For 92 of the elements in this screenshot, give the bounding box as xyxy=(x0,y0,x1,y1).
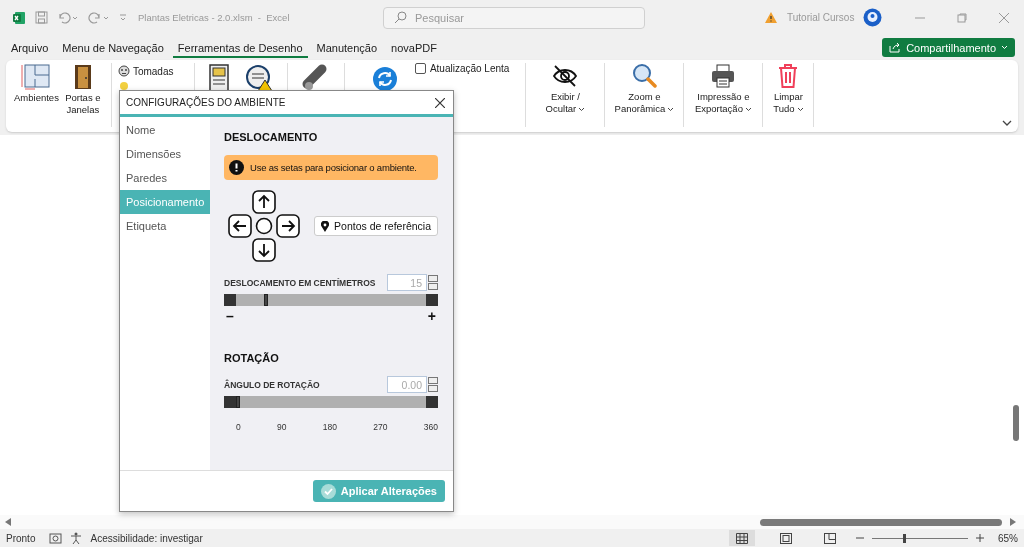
electrical-panel-icon[interactable] xyxy=(208,64,229,92)
field-label: ÂNGULO DE ROTAÇÃO xyxy=(224,379,321,390)
dialog-title: CONFIGURAÇÕES DO AMBIENTE xyxy=(126,97,286,108)
horizontal-scrollbar-thumb[interactable] xyxy=(760,518,1002,526)
macro-record-icon[interactable] xyxy=(49,532,63,544)
spin-buttons[interactable] xyxy=(428,275,438,290)
menu-tab[interactable]: Manutenção xyxy=(311,37,383,58)
excel-logo-icon[interactable] xyxy=(12,10,26,25)
tick-label: 180 xyxy=(322,422,337,432)
doors-windows-button[interactable]: Portas e Janelas xyxy=(60,63,105,117)
search-field[interactable]: Pesquisar xyxy=(383,6,645,29)
share-icon xyxy=(889,42,902,53)
field-label: DESLOCAMENTO EM CENTÍMETROS xyxy=(224,277,377,288)
slider-left-button[interactable] xyxy=(224,396,236,408)
scroll-left-icon[interactable] xyxy=(5,518,11,526)
caret-icon xyxy=(1001,45,1008,50)
menu-tab[interactable]: Menu de Navegação xyxy=(57,37,169,58)
door-icon xyxy=(73,64,92,90)
zoom-level[interactable]: 65% xyxy=(998,532,1018,544)
spin-buttons[interactable] xyxy=(428,377,438,392)
offset-slider[interactable] xyxy=(236,294,426,306)
accessibility-status[interactable]: Acessibilidade: investigar xyxy=(90,532,203,544)
slider-thumb[interactable] xyxy=(263,294,268,306)
map-pin-icon xyxy=(321,220,330,232)
search-input[interactable]: Pesquisar xyxy=(413,10,617,25)
section-heading: DESLOCAMENTO xyxy=(224,131,319,143)
warning-icon[interactable] xyxy=(764,11,778,24)
menu-tab[interactable]: Arquivo xyxy=(6,37,54,58)
slider-thumb[interactable] xyxy=(236,396,240,408)
tick-label: 270 xyxy=(373,422,388,432)
dialog-nav-item[interactable]: Etiqueta xyxy=(120,214,210,238)
normal-view-button[interactable] xyxy=(729,530,755,546)
ribbon-menu-button[interactable]: Impressão e Exportação xyxy=(690,63,757,115)
ribbon-menu-button[interactable]: Exibir / Ocultar xyxy=(532,63,599,115)
outlets-button[interactable]: Tomadas xyxy=(117,65,188,77)
share-button[interactable]: Compartilhamento xyxy=(882,38,1015,57)
outlet-icon xyxy=(117,65,130,77)
rooms-button[interactable]: Ambientes xyxy=(12,63,61,105)
down-arrow-button[interactable] xyxy=(252,238,276,262)
eye-crossed-icon xyxy=(552,63,579,89)
dialog-nav-item[interactable]: Nome xyxy=(120,118,210,142)
caret-icon xyxy=(796,107,804,112)
menu-tab[interactable]: novaPDF xyxy=(386,37,442,58)
floor-plan-icon xyxy=(21,64,52,90)
undo-icon[interactable] xyxy=(57,11,79,24)
window-title: Plantas Eletricas - 2.0.xlsm - Excel xyxy=(138,12,291,23)
avatar-icon[interactable] xyxy=(863,8,883,27)
slow-update-checkbox[interactable]: Atualização Lenta xyxy=(414,63,510,74)
check-circle-icon xyxy=(320,483,336,499)
zoom-out-icon[interactable] xyxy=(856,534,864,542)
up-arrow-button[interactable] xyxy=(252,190,276,214)
meter-icon[interactable] xyxy=(244,64,273,92)
minus-sign: – xyxy=(226,308,234,324)
caret-icon xyxy=(667,107,675,112)
collapse-ribbon-icon[interactable] xyxy=(1002,120,1012,126)
magnifier-icon xyxy=(631,63,658,89)
exclamation-icon xyxy=(229,160,244,175)
menu-tab[interactable]: Ferramentas de Desenho xyxy=(172,37,308,58)
slider-right-button[interactable] xyxy=(426,396,438,408)
alert-text: Use as setas para posicionar o ambiente. xyxy=(250,162,417,173)
page-break-icon xyxy=(824,532,836,544)
plus-sign: + xyxy=(427,308,436,324)
search-icon xyxy=(394,11,407,24)
zoom-in-icon[interactable] xyxy=(976,534,984,542)
customize-icon[interactable] xyxy=(119,13,127,22)
grid-icon xyxy=(736,532,748,544)
dialog-nav-item[interactable]: Paredes xyxy=(120,166,210,190)
slider-left-button[interactable] xyxy=(224,294,236,306)
dialog-nav-item[interactable]: Dimensões xyxy=(120,142,210,166)
slider-right-button[interactable] xyxy=(426,294,438,306)
status-text: Pronto xyxy=(6,532,36,544)
ribbon-menu-button[interactable]: Zoom e Panorâmica xyxy=(611,63,678,115)
left-arrow-button[interactable] xyxy=(228,214,252,238)
save-icon[interactable] xyxy=(35,11,48,24)
redo-icon[interactable] xyxy=(88,11,110,24)
ribbon-menu-button[interactable]: Limpar Tudo xyxy=(769,63,808,115)
accessibility-icon[interactable] xyxy=(70,532,83,544)
printer-icon xyxy=(710,63,737,89)
refresh-icon[interactable] xyxy=(372,67,397,91)
right-arrow-button[interactable] xyxy=(276,214,300,238)
reference-points-button[interactable]: Pontos de referência xyxy=(314,216,438,236)
angle-slider[interactable] xyxy=(236,396,426,408)
tick-label: 0 xyxy=(236,422,241,432)
caret-icon xyxy=(744,107,752,112)
tick-label: 360 xyxy=(423,422,438,432)
section-heading: ROTAÇÃO xyxy=(224,352,280,364)
scroll-right-icon[interactable] xyxy=(1010,518,1016,526)
page-icon xyxy=(780,532,792,544)
close-icon[interactable] xyxy=(435,97,445,108)
caret-icon xyxy=(578,107,586,112)
tick-label: 90 xyxy=(277,422,287,432)
zoom-slider-thumb[interactable] xyxy=(902,533,906,543)
